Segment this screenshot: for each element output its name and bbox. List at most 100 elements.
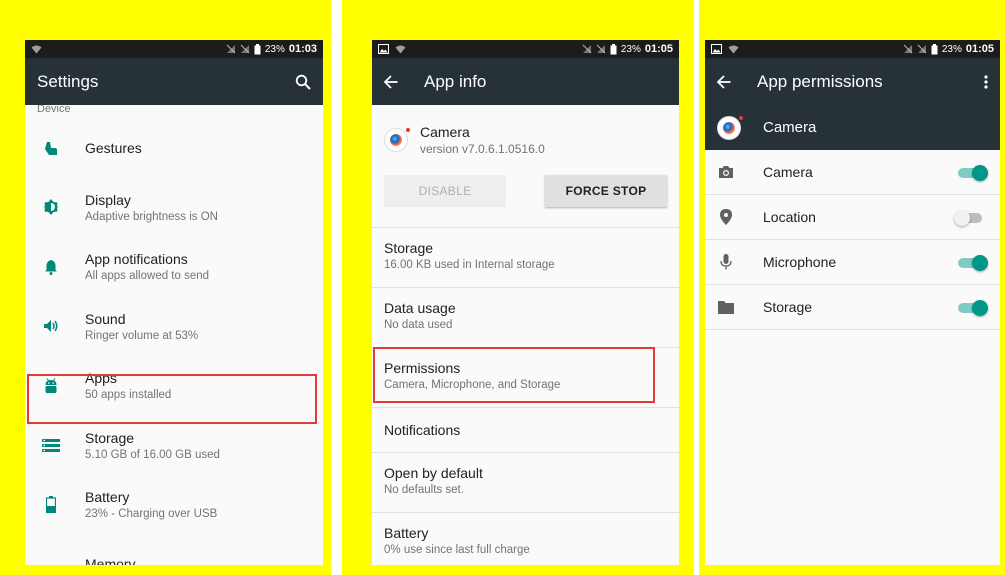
app-info-screen: 23% 01:05 App info Camera version v7.0.6… [372, 40, 679, 565]
settings-item-summary: 5.10 GB of 16.00 GB used [85, 448, 220, 461]
settings-item-app-notifications[interactable]: App notifications All apps allowed to se… [25, 237, 323, 297]
camera-icon [717, 165, 735, 179]
app-info-item-label: Data usage [384, 300, 456, 316]
no-sim-icon [903, 44, 913, 54]
page-title: App info [424, 71, 487, 91]
permission-camera[interactable]: Camera [705, 150, 1000, 195]
wifi-icon [728, 45, 739, 54]
battery-charging-icon [254, 43, 261, 55]
battery-icon [37, 496, 65, 514]
back-arrow-icon[interactable] [717, 74, 731, 89]
app-info-item-summary: No data used [384, 319, 453, 331]
app-header: Camera version v7.0.6.1.0516.0 [372, 105, 679, 175]
section-label: Device [37, 103, 71, 115]
settings-item-sound[interactable]: Sound Ringer volume at 53% [25, 297, 323, 357]
app-info-item-label: Battery [384, 525, 429, 541]
settings-screen: 23% 01:03 Settings Device Gestures Displ… [25, 40, 323, 565]
action-buttons: DISABLE FORCE STOP [372, 175, 679, 227]
settings-item-label: Battery [85, 489, 130, 506]
bell-icon [37, 259, 65, 275]
toolbar: App info [372, 58, 679, 105]
storage-permission-toggle[interactable] [958, 300, 988, 316]
app-version: version v7.0.6.1.0516.0 [420, 142, 545, 156]
clock: 01:05 [644, 43, 673, 55]
microphone-permission-toggle[interactable] [958, 255, 988, 271]
force-stop-button[interactable]: FORCE STOP [545, 175, 667, 207]
permission-label: Microphone [763, 254, 837, 270]
image-icon [711, 44, 722, 54]
camera-permission-toggle[interactable] [958, 165, 988, 181]
toolbar: Settings [25, 58, 323, 105]
toolbar: App permissions [705, 58, 1000, 105]
settings-item-gestures[interactable]: Gestures [25, 118, 323, 178]
page-title: App permissions [757, 71, 883, 91]
app-info-item-label: Open by default [384, 465, 483, 481]
settings-item-label: Memory [85, 556, 136, 565]
app-permissions-screen: 23% 01:05 App permissions Camera Camera [705, 40, 1000, 565]
clock: 01:03 [288, 43, 317, 55]
app-info-item-notifications[interactable]: Notifications [372, 407, 679, 452]
settings-item-label: Sound [85, 310, 126, 327]
settings-item-label: Storage [85, 429, 135, 446]
app-info-item-battery[interactable]: Battery 0% use since last full charge [372, 512, 679, 565]
app-info-item-label: Notifications [384, 422, 461, 438]
app-info-item-label: Storage [384, 240, 434, 256]
status-bar: 23% 01:03 [25, 40, 323, 58]
page-title: Settings [37, 71, 99, 91]
apps-selection-box [27, 374, 317, 424]
gestures-icon [37, 140, 65, 156]
settings-item-label: Gestures [85, 139, 142, 156]
battery-charging-icon [931, 43, 938, 55]
permission-label: Location [763, 209, 816, 225]
image-icon [378, 44, 389, 54]
screenshot-canvas: 23% 01:03 Settings Device Gestures Displ… [0, 0, 1005, 575]
app-info-item-summary: 16.00 KB used in Internal storage [384, 259, 555, 271]
clock: 01:05 [965, 43, 994, 55]
permission-location[interactable]: Location [705, 195, 1000, 240]
disable-button[interactable]: DISABLE [384, 175, 506, 207]
battery-percent: 23% [264, 43, 285, 55]
no-sim-icon [226, 44, 236, 54]
app-name: Camera [420, 124, 470, 140]
settings-item-summary: All apps allowed to send [85, 270, 210, 283]
app-info-item-data-usage[interactable]: Data usage No data used [372, 287, 679, 347]
settings-item-summary: Adaptive brightness is ON [85, 210, 218, 223]
location-permission-toggle[interactable] [954, 210, 984, 226]
no-sim-icon [917, 44, 927, 54]
permissions-app-header: Camera [705, 105, 1000, 150]
no-sim-icon [240, 44, 250, 54]
app-info-item-summary: No defaults set. [384, 484, 464, 496]
battery-percent: 23% [620, 43, 641, 55]
app-name: Camera [763, 119, 817, 136]
permission-microphone[interactable]: Microphone [705, 240, 1000, 285]
back-arrow-icon[interactable] [384, 74, 398, 89]
status-bar: 23% 01:05 [372, 40, 679, 58]
no-sim-icon [582, 44, 592, 54]
settings-item-battery[interactable]: Battery 23% - Charging over USB [25, 475, 323, 535]
app-info-item-summary: 0% use since last full charge [384, 544, 530, 556]
overflow-menu-icon[interactable] [984, 74, 988, 89]
camera-app-icon [384, 128, 410, 152]
search-icon[interactable] [295, 74, 311, 90]
settings-item-memory[interactable]: Memory [25, 535, 323, 565]
permissions-selection-box [373, 347, 655, 403]
app-info-item-storage[interactable]: Storage 16.00 KB used in Internal storag… [372, 227, 679, 287]
camera-app-icon [717, 115, 743, 140]
settings-item-label: App notifications [85, 251, 188, 268]
settings-item-summary: 23% - Charging over USB [85, 508, 218, 521]
settings-item-storage[interactable]: Storage 5.10 GB of 16.00 GB used [25, 416, 323, 476]
battery-charging-icon [610, 43, 617, 55]
status-bar: 23% 01:05 [705, 40, 1000, 58]
no-sim-icon [596, 44, 606, 54]
app-info-item-open-by-default[interactable]: Open by default No defaults set. [372, 452, 679, 512]
battery-percent: 23% [941, 43, 962, 55]
settings-item-summary: Ringer volume at 53% [85, 329, 199, 342]
folder-icon [717, 300, 735, 314]
settings-item-display[interactable]: Display Adaptive brightness is ON [25, 178, 323, 238]
settings-item-label: Display [85, 191, 131, 208]
location-icon [717, 209, 735, 225]
storage-icon [37, 438, 65, 452]
wifi-icon [395, 45, 406, 54]
permission-storage[interactable]: Storage [705, 285, 1000, 330]
permission-label: Storage [763, 299, 813, 315]
